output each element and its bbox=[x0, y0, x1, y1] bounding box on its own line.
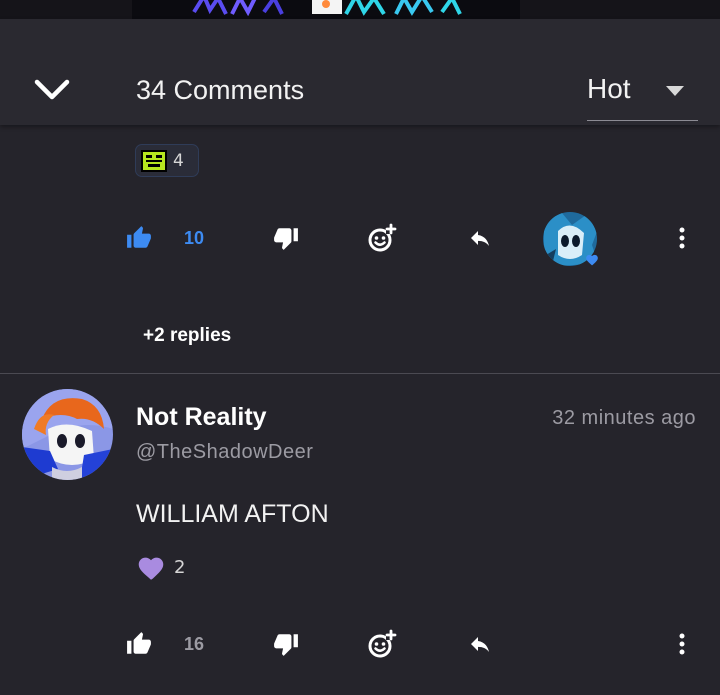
like-button[interactable] bbox=[126, 624, 152, 664]
heart-icon bbox=[138, 557, 164, 580]
dislike-button[interactable] bbox=[273, 624, 299, 664]
reaction-count: 4 bbox=[173, 151, 184, 171]
thumbs-up-icon bbox=[127, 226, 151, 248]
like-button[interactable] bbox=[126, 218, 152, 258]
reply-button[interactable] bbox=[466, 624, 494, 664]
caret-down-icon bbox=[666, 86, 684, 96]
add-emoji-icon bbox=[368, 223, 397, 252]
comment-count-title: 34 Comments bbox=[136, 75, 305, 105]
comment-timestamp: 32 minutes ago bbox=[552, 407, 696, 429]
avatar-image bbox=[22, 389, 113, 480]
comment-actions: 16 bbox=[0, 624, 720, 664]
creator-heart-avatar bbox=[542, 211, 600, 269]
sort-selected-value: Hot bbox=[587, 73, 631, 104]
comment-actions: 10 bbox=[0, 218, 720, 258]
comment-text: WILLIAM AFTON bbox=[136, 500, 329, 528]
like-count: 10 bbox=[184, 227, 205, 248]
more-vertical-icon bbox=[679, 227, 685, 249]
chevron-down-icon bbox=[34, 79, 70, 100]
heart-count: 2 bbox=[174, 556, 186, 578]
more-options-button[interactable] bbox=[670, 218, 694, 258]
sort-dropdown[interactable]: Hot bbox=[587, 71, 698, 121]
thumbnail-art bbox=[192, 0, 462, 16]
reply-button[interactable] bbox=[466, 218, 494, 258]
video-thumbnail[interactable] bbox=[132, 0, 520, 19]
comment-divider bbox=[0, 373, 720, 374]
reaction-chip[interactable]: 4 bbox=[135, 144, 199, 177]
more-options-button[interactable] bbox=[670, 624, 694, 664]
pixel-emoji-icon bbox=[141, 150, 167, 172]
username[interactable]: Not Reality bbox=[136, 403, 267, 432]
thumbs-down-icon bbox=[274, 228, 298, 250]
reply-icon bbox=[471, 231, 489, 246]
add-reaction-button[interactable] bbox=[366, 218, 398, 258]
add-reaction-button[interactable] bbox=[366, 624, 398, 664]
like-count: 16 bbox=[184, 633, 205, 654]
heart-badge-icon bbox=[586, 254, 598, 266]
heart-reaction-chip[interactable]: 2 bbox=[136, 552, 185, 582]
add-emoji-icon bbox=[368, 629, 397, 658]
view-replies-link[interactable]: +2 replies bbox=[143, 325, 231, 347]
user-handle: @TheShadowDeer bbox=[136, 441, 314, 463]
collapse-button[interactable] bbox=[32, 73, 72, 107]
thumbs-down-icon bbox=[274, 634, 298, 656]
top-strip bbox=[0, 0, 720, 19]
comments-header: 34 Comments Hot bbox=[0, 19, 720, 125]
user-avatar[interactable] bbox=[22, 389, 113, 480]
reply-icon bbox=[471, 637, 489, 652]
more-vertical-icon bbox=[679, 633, 685, 655]
dislike-button[interactable] bbox=[273, 218, 299, 258]
thumbs-up-icon bbox=[127, 632, 151, 654]
